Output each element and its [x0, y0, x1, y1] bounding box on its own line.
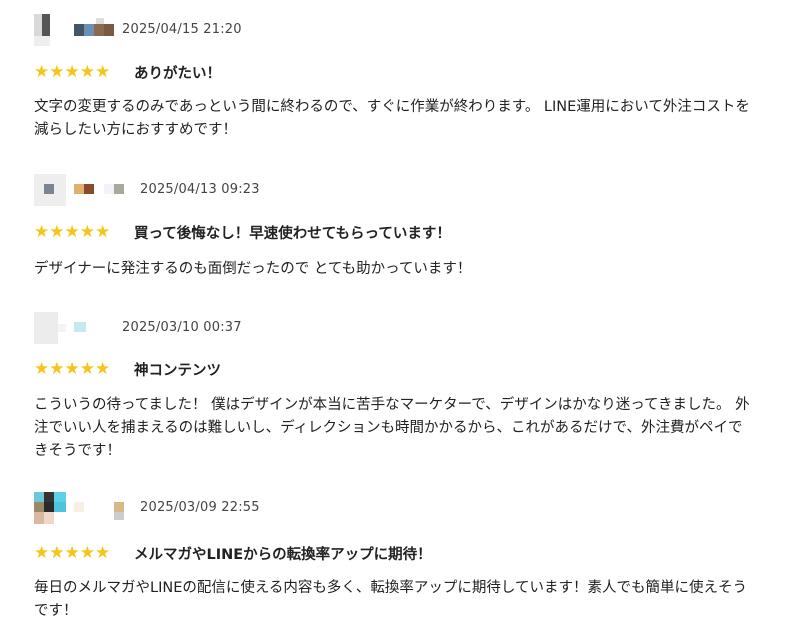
star-icon: ★	[64, 222, 80, 242]
star-icon: ★	[95, 543, 111, 563]
star-icon: ★	[95, 222, 111, 242]
review-meta: 2025/04/13 09:23	[0, 174, 400, 206]
review-meta: 2025/03/09 22:55	[0, 492, 400, 524]
star-icon: ★	[79, 62, 95, 82]
star-icon: ★	[79, 543, 95, 563]
star-icon: ★	[64, 359, 80, 379]
avatar	[34, 312, 66, 344]
star-icon: ★	[34, 543, 50, 563]
star-rating: ★★★★★	[34, 358, 110, 380]
review-meta: 2025/03/10 00:37	[0, 312, 400, 344]
star-icon: ★	[79, 359, 95, 379]
star-icon: ★	[34, 222, 50, 242]
star-icon: ★	[34, 62, 50, 82]
review-title: 神コンテンツ	[134, 363, 221, 379]
review-date: 2025/04/15 21:20	[122, 22, 242, 37]
star-icon: ★	[64, 543, 80, 563]
star-icon: ★	[79, 222, 95, 242]
avatar	[34, 14, 66, 46]
star-rating: ★★★★★	[34, 221, 110, 243]
star-icon: ★	[34, 359, 50, 379]
star-rating: ★★★★★	[34, 542, 110, 564]
review-list: 2025/04/15 21:20 ★★★★★ ありがたい！ 文字の変更するのみで…	[0, 0, 785, 641]
review-body: こういうの待ってました！ 僕はデザインが本当に苦手なマーケターで、デザインはかな…	[34, 397, 750, 459]
review-body: 文字の変更するのみであっという間に終わるので、すぐに作業が終わります。 LINE…	[34, 99, 750, 138]
star-icon: ★	[49, 359, 65, 379]
star-icon: ★	[49, 222, 65, 242]
review-body: 毎日のメルマガやLINEの配信に使える内容も多く、転換率アップに期待しています！…	[34, 580, 747, 619]
review-meta: 2025/04/15 21:20	[0, 14, 400, 46]
review-body: デザイナーに発注するのも面倒だったので とても助かっています！	[34, 261, 472, 277]
review-title: 買って後悔なし！早速使わせてもらっています！	[134, 226, 451, 242]
review-title: ありがたい！	[134, 66, 221, 82]
star-rating: ★★★★★	[34, 61, 110, 83]
star-icon: ★	[64, 62, 80, 82]
review-date: 2025/03/09 22:55	[140, 500, 260, 515]
review-date: 2025/04/13 09:23	[140, 182, 260, 197]
star-icon: ★	[49, 62, 65, 82]
avatar	[34, 174, 66, 206]
avatar	[34, 492, 66, 524]
review-date: 2025/03/10 00:37	[122, 320, 242, 335]
star-icon: ★	[95, 359, 111, 379]
star-icon: ★	[95, 62, 111, 82]
star-icon: ★	[49, 543, 65, 563]
review-title: メルマガやLINEからの転換率アップに期待！	[134, 547, 432, 563]
